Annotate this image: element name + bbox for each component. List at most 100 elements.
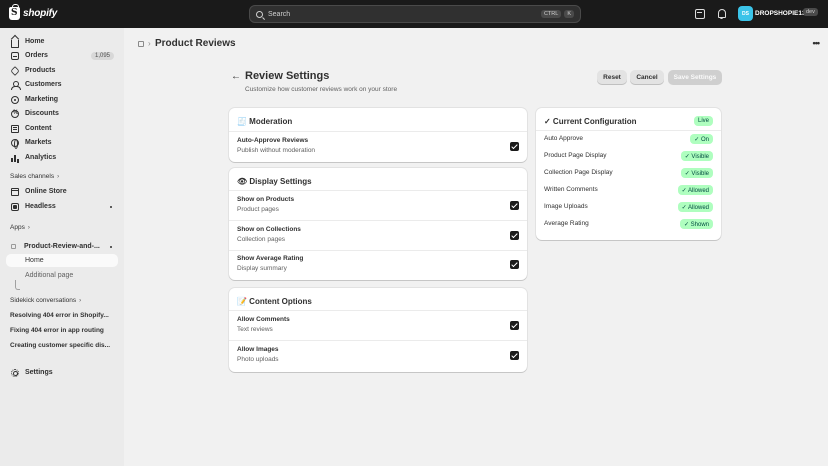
- cancel-button[interactable]: Cancel: [630, 70, 664, 85]
- setting-row: Allow Images Photo uploads: [229, 341, 527, 370]
- row-label: Show on Collections: [237, 226, 301, 233]
- status-badge: ✓ Shown: [679, 219, 713, 229]
- section-label: Sidekick conversations: [10, 297, 77, 304]
- row-description: Publish without moderation: [237, 147, 316, 154]
- store-name[interactable]: DROPSHOPIE13: [755, 10, 806, 17]
- show-average-rating-checkbox[interactable]: [510, 260, 519, 269]
- search-placeholder: Search: [268, 10, 291, 18]
- chevron-right-icon: ›: [79, 298, 82, 304]
- row-label: Show Average Rating: [237, 255, 304, 262]
- config-row: Product Page Display ✓ Visible: [536, 148, 721, 165]
- config-row: Collection Page Display ✓ Visible: [536, 165, 721, 182]
- shortcut-k: K: [564, 10, 574, 18]
- auto-approve-checkbox[interactable]: [510, 142, 519, 151]
- setting-row: Show on Collections Collection pages: [229, 221, 527, 250]
- sidebar-item-label: Headless: [25, 203, 56, 210]
- store-icon[interactable]: [695, 9, 705, 19]
- row-description: Text reviews: [237, 326, 273, 333]
- status-badge: ✓ On: [690, 134, 713, 144]
- gear-icon: [11, 368, 19, 377]
- row-description: Display summary: [237, 265, 287, 272]
- store-avatar[interactable]: DS: [738, 6, 753, 21]
- sidebar-item-label: Markets: [25, 139, 52, 146]
- top-bar: shopify Search CTRL K DS DROPSHOPIE13 de…: [0, 0, 828, 28]
- reset-button[interactable]: Reset: [597, 70, 627, 85]
- config-label: Image Uploads: [544, 203, 588, 210]
- sidekick-header[interactable]: Sidekick conversations ›: [10, 297, 81, 304]
- breadcrumb-separator: ›: [148, 39, 151, 48]
- sidebar-item-label: Product-Review-and-...: [24, 243, 100, 250]
- more-dot-icon[interactable]: [110, 205, 112, 208]
- show-on-collections-checkbox[interactable]: [510, 231, 519, 240]
- home-icon: [11, 39, 19, 48]
- row-label: Auto-Approve Reviews: [237, 137, 309, 144]
- card-title: ✓ Current Configuration: [544, 117, 637, 126]
- headless-icon: [11, 202, 19, 211]
- sidebar-item-app[interactable]: Product-Review-and-...: [6, 240, 118, 253]
- sidebar-item-marketing[interactable]: Marketing: [6, 93, 118, 106]
- conversation-item[interactable]: Creating customer specific dis...: [10, 342, 118, 349]
- row-label: Allow Images: [237, 346, 279, 353]
- target-icon: [11, 95, 19, 104]
- setting-row: Allow Comments Text reviews: [229, 311, 527, 340]
- allow-images-checkbox[interactable]: [510, 351, 519, 360]
- more-actions-icon[interactable]: •••: [813, 38, 821, 48]
- apps-header[interactable]: Apps ›: [10, 224, 30, 231]
- sidebar-item-label: Additional page: [25, 272, 74, 279]
- allow-comments-checkbox[interactable]: [510, 321, 519, 330]
- dev-badge: dev: [803, 8, 818, 16]
- sidebar-item-orders[interactable]: Orders 1,095: [6, 49, 118, 62]
- more-dot-icon[interactable]: [110, 245, 112, 248]
- sidebar: Home Orders 1,095 Products Customers Mar…: [0, 28, 124, 466]
- config-label: Auto Approve: [544, 135, 584, 142]
- config-label: Written Comments: [544, 186, 598, 193]
- sales-channels-header[interactable]: Sales channels ›: [10, 173, 59, 180]
- sidebar-item-markets[interactable]: Markets: [6, 136, 118, 149]
- app-icon: [11, 244, 16, 249]
- show-on-products-checkbox[interactable]: [510, 201, 519, 210]
- section-label: Sales channels: [10, 173, 55, 180]
- setting-row: Show on Products Product pages: [229, 191, 527, 220]
- chevron-right-icon: ›: [57, 174, 60, 180]
- content-icon: [11, 124, 19, 133]
- sidebar-item-products[interactable]: Products: [6, 64, 118, 77]
- config-label: Average Rating: [544, 220, 589, 227]
- shopify-logo[interactable]: shopify: [9, 4, 58, 20]
- conversation-item[interactable]: Resolving 404 error in Shopify...: [10, 312, 118, 319]
- store-icon: [11, 187, 19, 196]
- config-row: Auto Approve ✓ On: [536, 131, 721, 148]
- back-arrow-icon[interactable]: ←: [231, 71, 241, 82]
- sidebar-item-discounts[interactable]: Discounts: [6, 107, 118, 120]
- sidebar-item-online-store[interactable]: Online Store: [6, 185, 118, 198]
- sidebar-item-customers[interactable]: Customers: [6, 78, 118, 91]
- status-badge: ✓ Visible: [680, 151, 713, 161]
- sidebar-item-label: Customers: [25, 81, 62, 88]
- config-row: Average Rating ✓ Shown: [536, 216, 721, 233]
- search-bar[interactable]: Search CTRL K: [249, 5, 581, 23]
- orders-count-badge: 1,095: [90, 51, 114, 60]
- page-title: Product Reviews: [155, 38, 236, 49]
- shortcut-ctrl: CTRL: [540, 10, 562, 18]
- sidebar-item-content[interactable]: Content: [6, 122, 118, 135]
- sidebar-item-settings[interactable]: Settings: [6, 366, 118, 379]
- notifications-bell-icon[interactable]: [717, 9, 727, 19]
- logo-text: shopify: [23, 8, 58, 19]
- sidebar-item-label: Marketing: [25, 96, 59, 103]
- row-description: Product pages: [237, 206, 279, 213]
- conversation-item[interactable]: Fixing 404 error in app routing: [10, 327, 118, 334]
- tag-icon: [10, 65, 20, 76]
- sidebar-item-home[interactable]: Home: [6, 35, 118, 48]
- globe-icon: [11, 138, 19, 149]
- sidebar-item-label: Discounts: [25, 110, 59, 117]
- card-title: 👁 Display Settings: [237, 177, 312, 186]
- sidebar-item-app-home[interactable]: Home: [6, 254, 118, 267]
- sidebar-item-analytics[interactable]: Analytics: [6, 151, 118, 164]
- row-label: Show on Products: [237, 196, 295, 203]
- save-settings-button[interactable]: Save Settings: [668, 70, 722, 85]
- sidebar-item-label: Analytics: [25, 154, 57, 161]
- sidebar-item-additional-page[interactable]: Additional page: [6, 269, 118, 282]
- status-badge: ✓ Allowed: [677, 202, 713, 212]
- sidebar-item-headless[interactable]: Headless: [6, 200, 118, 213]
- orders-icon: [11, 51, 19, 60]
- status-badge: ✓ Visible: [680, 168, 713, 178]
